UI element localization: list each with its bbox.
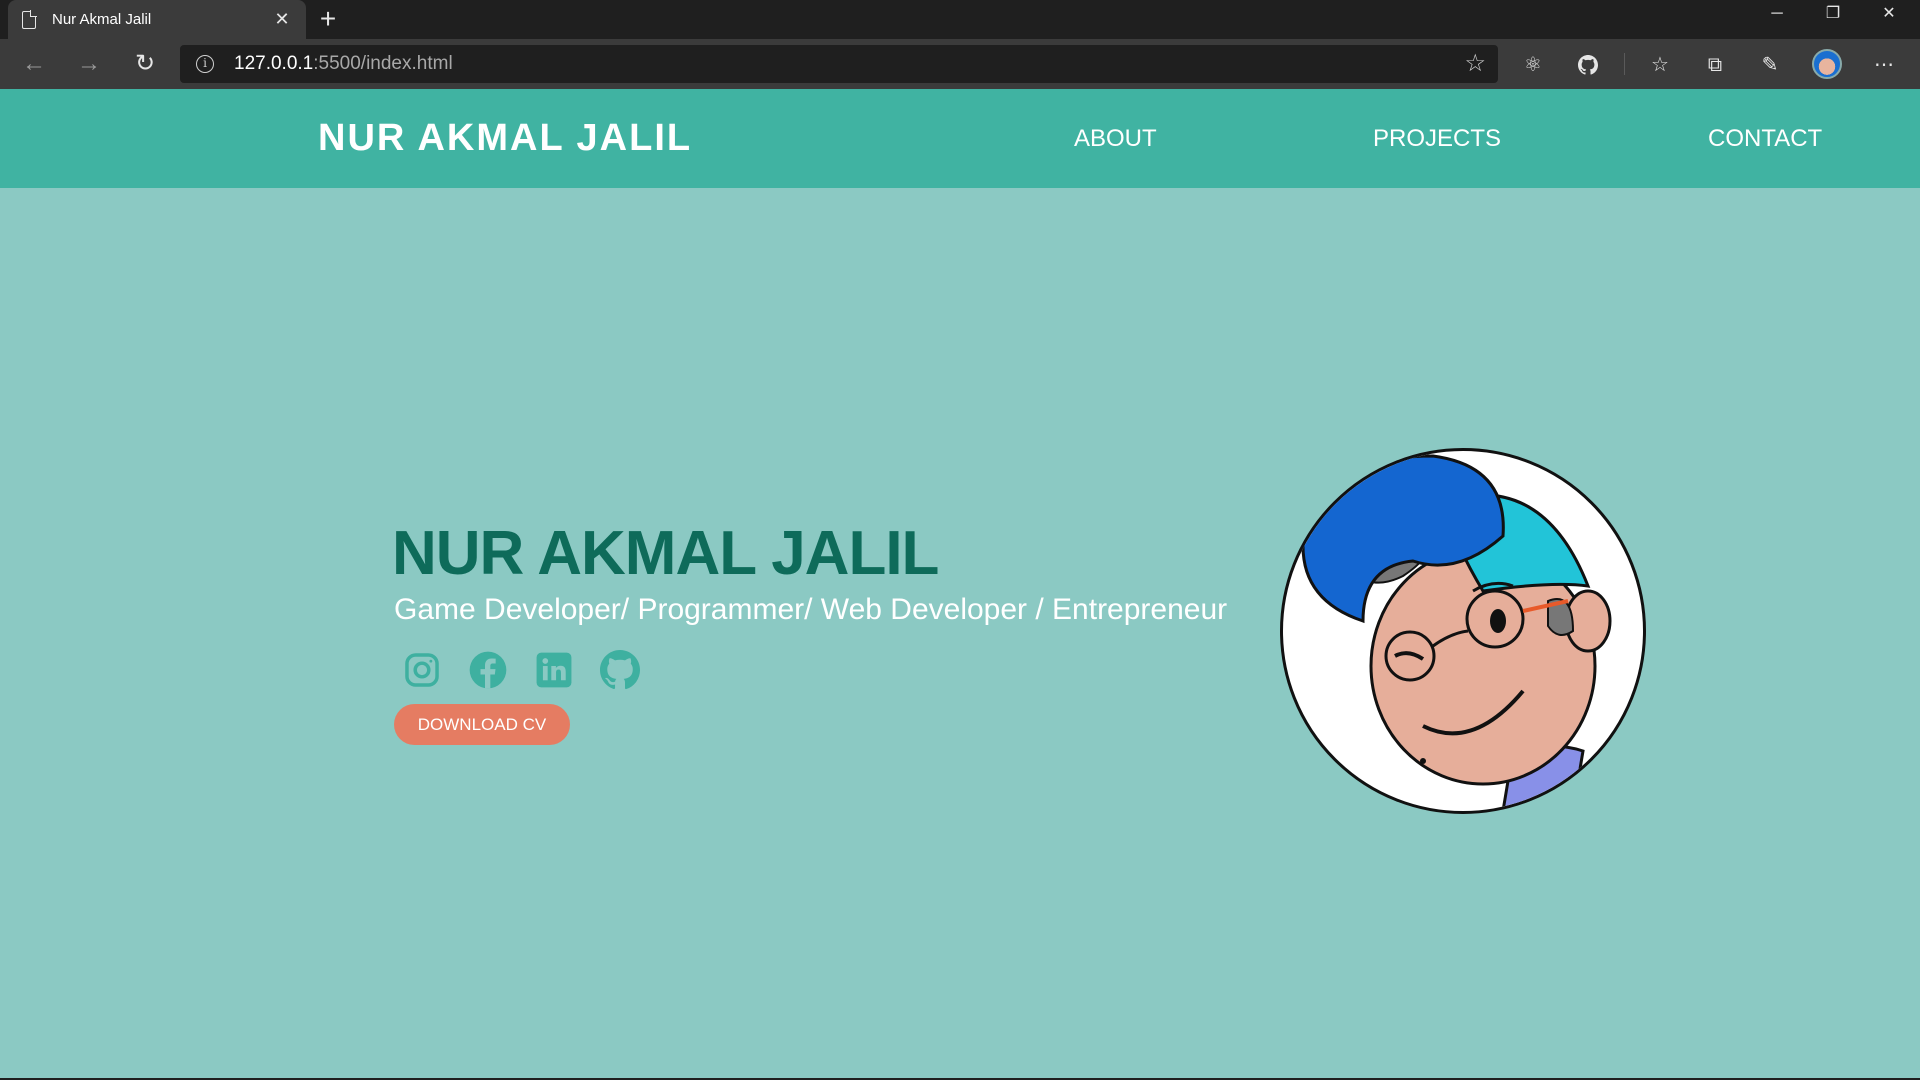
url-path: :5500/index.html [313,53,453,74]
hero-subtitle: Game Developer/ Programmer/ Web Develope… [394,593,1228,626]
page-icon [22,9,37,29]
site-brand[interactable]: NUR AKMAL JALIL [318,89,692,188]
url-text[interactable]: 127.0.0.1:5500/index.html [234,45,453,83]
info-icon[interactable]: i [196,55,214,73]
favorites-icon[interactable]: ☆ [1646,51,1674,79]
react-devtools-icon[interactable]: ⚛ [1519,51,1547,79]
browser-toolbar: ← → ↻ i 127.0.0.1:5500/index.html ☆ ⚛ ☆ … [0,39,1920,89]
more-menu-icon[interactable]: ⋯ [1870,51,1898,79]
reload-button[interactable]: ↻ [129,49,161,79]
hero-name: NUR AKMAL JALIL [392,519,939,588]
back-button[interactable]: ← [18,49,50,79]
collections-icon[interactable]: ⧉ [1701,51,1729,79]
nav-contact[interactable]: CONTACT [1708,89,1822,188]
restore-button[interactable]: ❐ [1810,0,1856,30]
site-header: NUR AKMAL JALIL ABOUT PROJECTS CONTACT [0,89,1920,188]
address-bar[interactable]: i 127.0.0.1:5500/index.html ☆ [180,45,1498,83]
nav-about[interactable]: ABOUT [1074,89,1157,188]
new-tab-button[interactable]: + [316,3,340,35]
facebook-icon[interactable] [466,648,510,692]
profile-avatar[interactable] [1812,49,1842,79]
avatar-illustration [1280,448,1646,814]
minimize-button[interactable]: ─ [1754,0,1800,30]
browser-titlebar: Nur Akmal Jalil ✕ + ─ ❐ ✕ [0,0,1920,39]
favorite-star-icon[interactable]: ☆ [1464,49,1486,79]
instagram-icon[interactable] [400,648,444,692]
tab-title: Nur Akmal Jalil [52,11,152,28]
nav-projects[interactable]: PROJECTS [1373,89,1501,188]
close-window-button[interactable]: ✕ [1866,0,1912,30]
social-links [400,648,642,692]
github-extension-icon[interactable] [1574,51,1602,79]
linkedin-icon[interactable] [532,648,576,692]
download-cv-button[interactable]: DOWNLOAD CV [394,704,570,745]
browser-tab[interactable]: Nur Akmal Jalil ✕ [8,0,306,39]
toolbar-separator [1624,53,1625,75]
feedback-icon[interactable]: ✎ [1756,51,1784,79]
close-tab-icon[interactable]: ✕ [272,9,292,30]
url-host: 127.0.0.1 [234,53,314,74]
forward-button[interactable]: → [73,49,105,79]
github-icon[interactable] [598,648,642,692]
